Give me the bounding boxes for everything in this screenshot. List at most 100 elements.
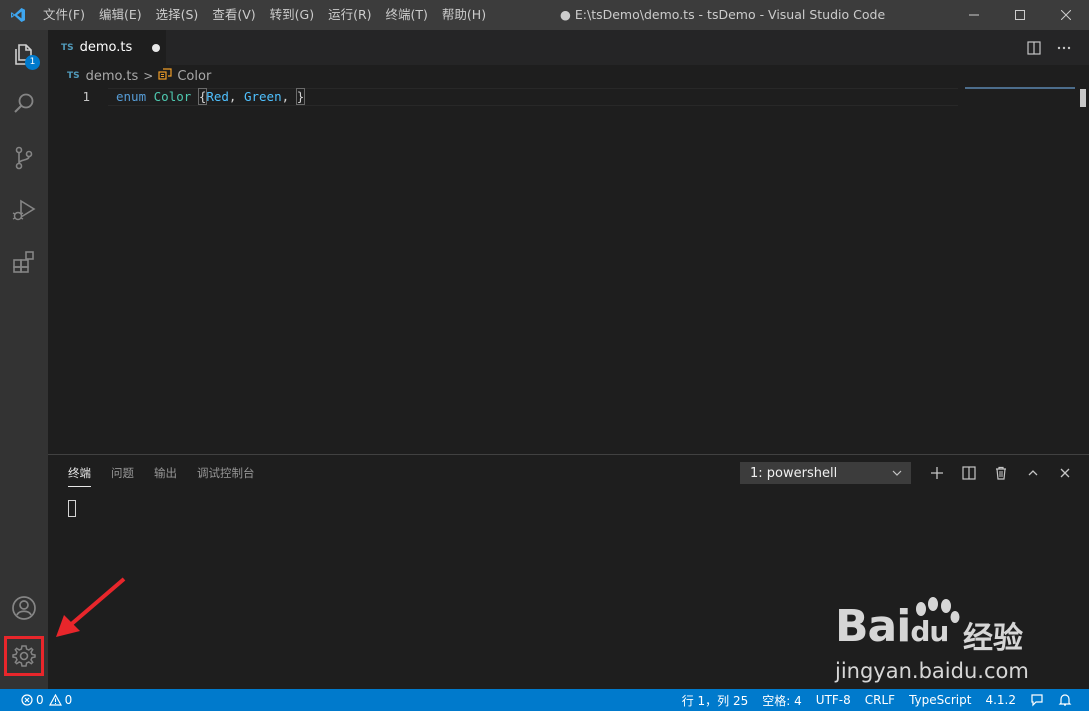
search-button[interactable] xyxy=(0,80,48,128)
punct-token: , xyxy=(228,89,244,104)
panel-tabs: 终端 问题 输出 调试控制台 xyxy=(68,455,275,491)
breadcrumb-separator: > xyxy=(143,69,154,83)
punct-token: , xyxy=(281,89,297,104)
code-line[interactable]: enum Color {Red, Green, } xyxy=(116,88,306,106)
feedback-button[interactable] xyxy=(1030,693,1044,707)
tab-debug-console[interactable]: 调试控制台 xyxy=(197,455,255,491)
source-control-button[interactable] xyxy=(0,134,48,182)
status-left: 0 0 xyxy=(0,689,79,711)
search-icon xyxy=(14,93,34,113)
error-count: 0 xyxy=(36,693,44,707)
close-window-button[interactable] xyxy=(1043,0,1089,30)
breadcrumb-file[interactable]: demo.ts xyxy=(86,69,139,84)
watermark-url: jingyan.baidu.com xyxy=(835,659,1029,683)
split-editor-button[interactable] xyxy=(1019,30,1049,65)
split-terminal-button[interactable] xyxy=(953,455,985,491)
brace-close-token: } xyxy=(295,88,306,105)
tab-demo-ts[interactable]: TS demo.ts xyxy=(48,30,166,65)
menu-bar: 文件(F) 编辑(E) 选择(S) 查看(V) 转到(G) 运行(R) 终端(T… xyxy=(36,0,493,30)
line-number: 1 xyxy=(82,89,90,104)
tab-terminal[interactable]: 终端 xyxy=(68,455,91,491)
code-editor[interactable]: 1 enum Color {Red, Green, } xyxy=(48,87,1089,454)
menu-go[interactable]: 转到(G) xyxy=(263,0,321,30)
trash-icon xyxy=(996,466,1006,480)
baidu-watermark: Baidu 经验 jingyan.baidu.com xyxy=(835,595,1035,685)
close-icon xyxy=(1060,468,1070,478)
problems-status[interactable]: 0 0 xyxy=(21,693,72,707)
plus-icon xyxy=(931,467,943,479)
end-of-line[interactable]: CRLF xyxy=(865,693,895,707)
extensions-icon xyxy=(13,251,34,273)
more-actions-button[interactable] xyxy=(1049,30,1079,65)
menu-selection[interactable]: 选择(S) xyxy=(149,0,206,30)
terminal-select-value: 1: powershell xyxy=(750,465,838,481)
extensions-button[interactable] xyxy=(0,238,48,286)
encoding[interactable]: UTF-8 xyxy=(816,693,851,707)
feedback-icon xyxy=(1031,694,1043,707)
activity-bar: 1 xyxy=(0,30,48,689)
menu-view[interactable]: 查看(V) xyxy=(205,0,262,30)
type-token: Color xyxy=(153,89,192,104)
accounts-button[interactable] xyxy=(0,584,48,632)
status-bar: 0 0 行 1，列 25 空格: 4 UTF-8 CRLF TypeScript… xyxy=(0,689,1089,711)
tab-label: demo.ts xyxy=(79,40,133,55)
menu-help[interactable]: 帮助(H) xyxy=(435,0,493,30)
title-bar: 文件(F) 编辑(E) 选择(S) 查看(V) 转到(G) 运行(R) 终端(T… xyxy=(0,0,1089,30)
notifications-button[interactable] xyxy=(1058,693,1072,707)
vertical-scrollbar[interactable] xyxy=(1075,87,1089,454)
menu-file[interactable]: 文件(F) xyxy=(36,0,92,30)
warning-count: 0 xyxy=(64,693,73,707)
typescript-file-icon: TS xyxy=(61,42,74,53)
explorer-button[interactable]: 1 xyxy=(0,30,48,78)
split-editor-icon xyxy=(1027,40,1041,55)
window-controls xyxy=(951,0,1089,30)
status-right: 行 1，列 25 空格: 4 UTF-8 CRLF TypeScript 4.1… xyxy=(675,689,1079,711)
window-title: ● E:\tsDemo\demo.ts - tsDemo - Visual St… xyxy=(560,7,886,22)
minimap-line[interactable] xyxy=(965,87,1075,89)
minimize-button[interactable] xyxy=(951,0,997,30)
new-terminal-button[interactable] xyxy=(921,455,953,491)
menu-run[interactable]: 运行(R) xyxy=(321,0,378,30)
maximize-panel-button[interactable] xyxy=(1017,455,1049,491)
language-mode[interactable]: TypeScript xyxy=(909,693,971,707)
gear-highlight-box xyxy=(4,636,44,676)
maximize-icon xyxy=(1015,10,1025,20)
ellipsis-icon xyxy=(1057,46,1071,49)
member-token: Green xyxy=(243,89,282,104)
explorer-badge: 1 xyxy=(25,55,40,70)
editor-tab-bar: TS demo.ts xyxy=(48,30,1089,65)
kill-terminal-button[interactable] xyxy=(985,455,1017,491)
close-icon xyxy=(1061,10,1071,20)
split-terminal-icon xyxy=(962,466,976,480)
tab-output[interactable]: 输出 xyxy=(154,455,177,491)
cursor-position[interactable]: 行 1，列 25 xyxy=(682,692,749,709)
menu-edit[interactable]: 编辑(E) xyxy=(92,0,149,30)
unsaved-dot-icon[interactable] xyxy=(152,43,161,52)
terminal-cursor[interactable] xyxy=(68,500,76,517)
vscode-logo-icon xyxy=(0,0,36,30)
tab-problems[interactable]: 问题 xyxy=(111,455,134,491)
terminal-select[interactable]: 1: powershell xyxy=(740,462,911,484)
bell-icon xyxy=(1058,694,1072,706)
source-control-icon xyxy=(15,146,33,170)
breadcrumb-symbol[interactable]: Color xyxy=(177,69,211,84)
member-token: Red xyxy=(206,89,229,104)
breadcrumb: TS demo.ts > Color xyxy=(48,65,1089,87)
typescript-file-icon: TS xyxy=(67,71,80,81)
watermark-cn: 经验 xyxy=(963,621,1023,656)
indentation[interactable]: 空格: 4 xyxy=(762,692,802,709)
error-icon xyxy=(21,694,33,706)
maximize-button[interactable] xyxy=(997,0,1043,30)
run-debug-icon xyxy=(12,199,36,221)
editor-actions xyxy=(1019,30,1079,65)
panel-actions xyxy=(921,455,1081,491)
warning-icon xyxy=(48,694,62,706)
ts-version[interactable]: 4.1.2 xyxy=(985,693,1016,707)
enum-symbol-icon xyxy=(158,68,172,84)
red-arrow-annotation xyxy=(56,577,126,637)
run-debug-button[interactable] xyxy=(0,186,48,234)
menu-terminal[interactable]: 终端(T) xyxy=(379,0,435,30)
scrollbar-thumb[interactable] xyxy=(1080,89,1086,107)
close-panel-button[interactable] xyxy=(1049,455,1081,491)
keyword-token: enum xyxy=(116,89,147,104)
